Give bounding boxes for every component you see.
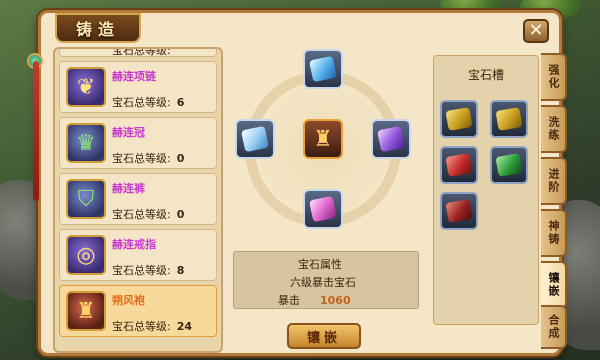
gem-slot-panel: 宝石槽 xyxy=(433,55,539,325)
window-title: 铸造 xyxy=(75,20,120,39)
tab-inlay[interactable]: 镶嵌 xyxy=(541,261,567,309)
title-bar: 铸造 xyxy=(55,13,141,43)
gem-attribute-panel: 宝石属性 六级暴击宝石 暴击 1060 xyxy=(233,251,419,309)
forge-window: 铸造 ✕ 宝石总等级: ❦ 赫连项链 宝石总等级: 6 ♛ 赫连冠 宝石总等级: 0… xyxy=(27,10,567,356)
dark-red-gem-icon xyxy=(445,199,473,223)
ring-icon: ◎ xyxy=(66,235,106,275)
forge-area: ♜ 宝石属性 六级暴击宝石 暴击 1060 镶嵌 xyxy=(231,43,421,353)
robe-icon: ♜ xyxy=(313,126,333,152)
item-level: 宝石总等级: 24 xyxy=(112,320,193,333)
tab-divine-forge[interactable]: 神铸 xyxy=(541,209,567,257)
tab-refine[interactable]: 洗练 xyxy=(541,105,567,153)
item-name: 赫连戒指 xyxy=(112,238,156,251)
red-gem-icon xyxy=(445,153,473,177)
list-item-selected[interactable]: ♜ 朔风袍 宝石总等级: 24 xyxy=(59,285,217,337)
yellow-gem-icon xyxy=(495,107,523,131)
item-name: 赫连冠 xyxy=(112,126,145,139)
tab-advance[interactable]: 进阶 xyxy=(541,157,567,205)
inventory-gem-slot[interactable] xyxy=(490,100,528,138)
item-level: 宝石总等级: 6 xyxy=(112,96,185,109)
pants-icon: ⛉ xyxy=(66,179,106,219)
gem-slot-bottom[interactable] xyxy=(303,189,343,229)
item-name: 赫连裤 xyxy=(112,182,145,195)
close-button[interactable]: ✕ xyxy=(523,19,549,43)
tab-enhance[interactable]: 强化 xyxy=(541,53,567,101)
attr-stat: 暴击 1060 xyxy=(278,294,351,307)
light-blue-gem-icon xyxy=(240,125,270,153)
item-level: 宝石总等级: 0 xyxy=(112,208,185,221)
attr-gem-name: 六级暴击宝石 xyxy=(290,276,356,289)
inventory-gem-slot[interactable] xyxy=(440,192,478,230)
item-name: 赫连项链 xyxy=(112,70,156,83)
list-item[interactable]: ❦ 赫连项链 宝石总等级: 6 xyxy=(59,61,217,113)
tassel-decoration xyxy=(33,61,39,201)
list-item[interactable]: ♛ 赫连冠 宝石总等级: 0 xyxy=(59,117,217,169)
item-level: 宝石总等级: 0 xyxy=(112,152,185,165)
gem-slot-panel-title: 宝石槽 xyxy=(467,68,504,82)
green-gem-icon xyxy=(495,153,523,177)
crown-icon: ♛ xyxy=(66,123,106,163)
robe-icon: ♜ xyxy=(66,291,106,331)
blue-gem-icon xyxy=(308,55,338,83)
necklace-icon: ❦ xyxy=(66,67,106,107)
list-item[interactable]: ◎ 赫连戒指 宝石总等级: 8 xyxy=(59,229,217,281)
attr-title: 宝石属性 xyxy=(298,258,342,271)
purple-gem-icon xyxy=(376,125,406,153)
gem-slot-top[interactable] xyxy=(303,49,343,89)
gem-slot-right[interactable] xyxy=(371,119,411,159)
inventory-gem-slot[interactable] xyxy=(440,100,478,138)
tab-synthesize[interactable]: 合成 xyxy=(541,305,567,349)
yellow-gem-icon xyxy=(445,107,473,131)
inventory-gem-slot[interactable] xyxy=(490,146,528,184)
equipment-slot-center[interactable]: ♜ xyxy=(303,119,343,159)
gem-slot-left[interactable] xyxy=(235,119,275,159)
inlay-button[interactable]: 镶嵌 xyxy=(287,323,361,349)
item-name: 朔风袍 xyxy=(112,294,145,307)
pink-gem-icon xyxy=(308,195,338,223)
item-level: 宝石总等级: 8 xyxy=(112,264,185,277)
item-level-label: 宝石总等级: xyxy=(112,47,171,57)
list-item[interactable]: ⛉ 赫连裤 宝石总等级: 0 xyxy=(59,173,217,225)
list-item[interactable]: 宝石总等级: xyxy=(59,47,217,57)
equipment-list[interactable]: 宝石总等级: ❦ 赫连项链 宝石总等级: 6 ♛ 赫连冠 宝石总等级: 0 ⛉ 赫连… xyxy=(53,47,223,353)
inventory-gem-slot[interactable] xyxy=(440,146,478,184)
